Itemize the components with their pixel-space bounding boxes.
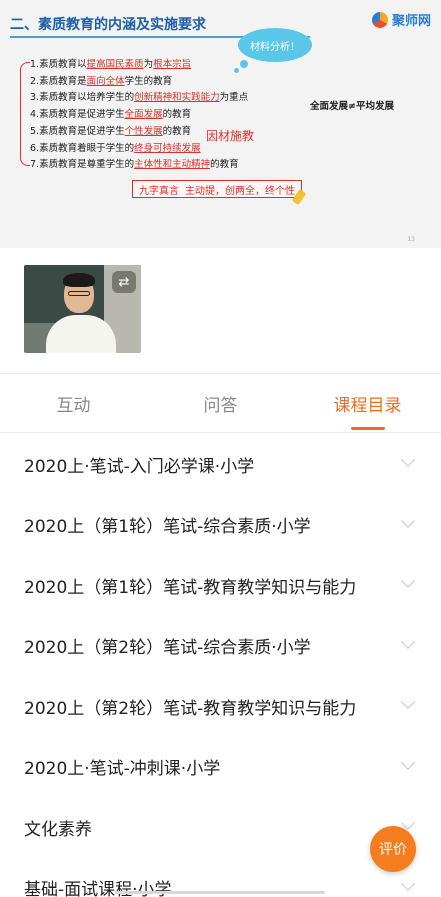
- rate-button[interactable]: 评价: [370, 826, 416, 872]
- tab-qa[interactable]: 问答: [147, 374, 294, 432]
- chevron-down-icon: [400, 573, 416, 589]
- slide-point: 3.素质教育以培养学生的创新精神和实践能力为重点: [30, 92, 249, 104]
- chevron-down-icon: [400, 452, 416, 468]
- slide-point: 2.素质教育是面向全体学生的教育: [30, 75, 173, 87]
- tab-bar: 互动 问答 课程目录: [0, 373, 441, 433]
- list-item[interactable]: 2020上（第1轮）笔试-综合素质·小学: [0, 495, 441, 556]
- slide-point: 4.素质教育是促进学生全面发展的教育: [30, 109, 192, 121]
- tab-interaction[interactable]: 互动: [0, 374, 147, 432]
- camera-switch-icon[interactable]: ⇄: [112, 271, 136, 293]
- lecture-slide: 二、素质教育的内涵及实施要求 聚师网 材料分析！ 1.素质教育以提高国民素质为根…: [0, 0, 441, 248]
- course-title: 2020上（第1轮）笔试-综合素质·小学: [24, 517, 311, 538]
- brand-logo: 聚师网: [371, 10, 431, 29]
- tab-course-catalog[interactable]: 课程目录: [294, 374, 441, 432]
- list-item[interactable]: 2020上（第2轮）笔试-教育教学知识与能力: [0, 676, 441, 737]
- slide-point: 1.素质教育以提高国民素质为根本宗旨: [30, 59, 192, 70]
- hand-bracket: [20, 62, 30, 166]
- home-indicator: [115, 891, 325, 894]
- slide-note: 全面发展≠平均发展: [310, 101, 394, 112]
- course-title: 2020上（第1轮）笔试-教育教学知识与能力: [24, 577, 357, 598]
- course-title: 2020上·笔试-入门必学课·小学: [24, 456, 255, 477]
- exam-label: 九字真言: [139, 185, 179, 197]
- list-item[interactable]: 2020上·笔试-冲刺课·小学: [0, 737, 441, 798]
- page-number: 13: [407, 236, 415, 243]
- chevron-down-icon: [400, 634, 416, 649]
- slide-title: 二、素质教育的内涵及实施要求: [10, 17, 206, 33]
- list-item[interactable]: 2020上（第1轮）笔试-教育教学知识与能力: [0, 555, 441, 616]
- slide-point: 7.素质教育是尊重学生的主体性和主动精神的教育: [30, 159, 239, 171]
- course-title: 文化素养: [24, 819, 92, 840]
- course-title: 2020上（第2轮）笔试-综合素质·小学: [24, 638, 311, 659]
- exam-text: 主动提，创两全，终个性: [185, 185, 295, 197]
- chevron-down-icon: [400, 513, 416, 528]
- handwritten-note: 因材施教: [206, 129, 255, 143]
- annotation-bubble: 材料分析！: [238, 28, 312, 62]
- list-item[interactable]: 2020上·笔试-入门必学课·小学: [0, 434, 441, 495]
- teacher-video[interactable]: ⇄: [24, 265, 141, 353]
- course-list: 2020上·笔试-入门必学课·小学 2020上（第1轮）笔试-综合素质·小学 2…: [0, 434, 441, 897]
- exam-mnemonic: 九字真言 主动提，创两全，终个性: [132, 180, 302, 198]
- chevron-down-icon: [400, 755, 416, 770]
- chevron-down-icon: [400, 876, 416, 891]
- course-title: 2020上·笔试-冲刺课·小学: [24, 759, 221, 780]
- list-item[interactable]: 2020上（第2轮）笔试-综合素质·小学: [0, 616, 441, 677]
- chevron-down-icon: [400, 694, 416, 710]
- logo-icon: [371, 11, 388, 28]
- course-title: 2020上（第2轮）笔试-教育教学知识与能力: [24, 698, 357, 719]
- slide-points: 1.素质教育以提高国民素质为根本宗旨 2.素质教育是面向全体学生的教育 3.素质…: [30, 57, 248, 174]
- logo-text: 聚师网: [391, 14, 431, 29]
